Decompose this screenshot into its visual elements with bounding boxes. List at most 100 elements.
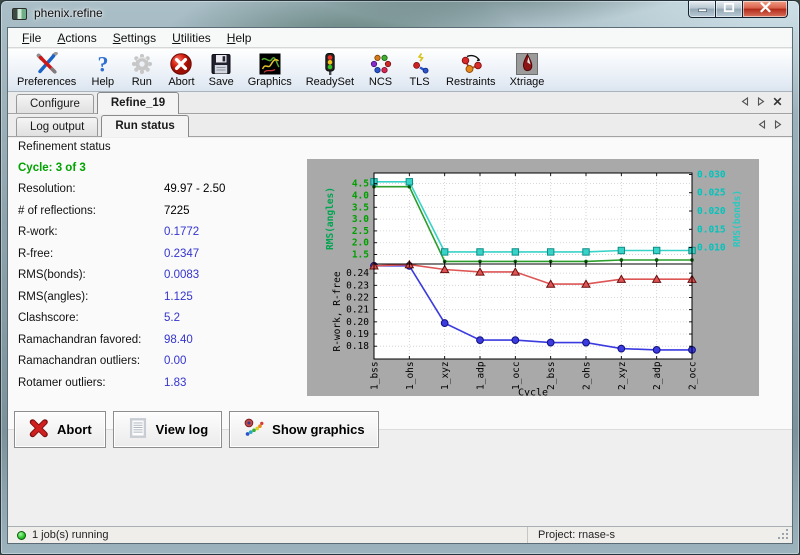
toolbar: Preferences ? Help Run Abort Save Graphi…: [8, 49, 792, 92]
svg-text:2.5: 2.5: [352, 226, 369, 237]
close-button[interactable]: [743, 1, 788, 18]
window-controls: [688, 1, 788, 18]
toolbar-tls-button[interactable]: TLS: [400, 50, 439, 89]
svg-text:0.22: 0.22: [346, 293, 369, 304]
abort-x-icon: [28, 417, 50, 442]
stat-row: Rotamer outliers: 1.83: [18, 372, 304, 394]
readyset-icon: [317, 51, 342, 76]
subtab-scroll-right[interactable]: [774, 120, 782, 132]
tab-configure[interactable]: Configure: [16, 94, 94, 113]
stat-row: R-free: 0.2347: [18, 243, 304, 265]
project-label: Project: rnase-s: [528, 529, 615, 541]
titlebar[interactable]: phenix.refine: [1, 1, 799, 27]
svg-text:0.010: 0.010: [697, 243, 726, 254]
svg-text:2_xyz: 2_xyz: [617, 361, 628, 390]
svg-text:0.24: 0.24: [346, 268, 369, 279]
tab-scroll-right[interactable]: [757, 97, 765, 109]
svg-text:Cycle: Cycle: [518, 388, 548, 397]
toolbar-restraints-button[interactable]: Restraints: [439, 50, 503, 89]
run-icon: [129, 51, 154, 76]
toolbar-preferences-button[interactable]: Preferences: [10, 50, 83, 89]
subtab-log-output[interactable]: Log output: [16, 117, 98, 136]
window: phenix.refine FileActionsSettingsUtiliti…: [0, 0, 800, 555]
ncs-icon: [368, 51, 393, 76]
resize-grip-icon[interactable]: [786, 537, 788, 539]
status-bar: 1 job(s) running Project: rnase-s: [8, 526, 792, 543]
svg-text:RMS(bonds): RMS(bonds): [732, 190, 743, 247]
svg-text:2.0: 2.0: [352, 238, 369, 249]
toolbar-help-button[interactable]: ? Help: [83, 50, 122, 89]
close-icon: [759, 0, 772, 18]
minimize-button[interactable]: [688, 1, 716, 18]
stat-row: # of reflections: 7225: [18, 200, 304, 222]
toolbar-run-button[interactable]: Run: [122, 50, 161, 89]
svg-text:0.23: 0.23: [346, 280, 369, 291]
maximize-icon: [723, 0, 735, 18]
view-log-button[interactable]: View log: [113, 411, 223, 448]
help-icon: ?: [90, 51, 115, 76]
svg-text:0.18: 0.18: [346, 341, 369, 352]
svg-text:0.20: 0.20: [346, 317, 369, 328]
svg-text:RMS(angles): RMS(angles): [325, 187, 336, 250]
stat-row: RMS(angles): 1.125: [18, 286, 304, 308]
svg-text:1_occ: 1_occ: [511, 361, 522, 390]
svg-text:3.5: 3.5: [352, 202, 369, 213]
abort-button[interactable]: Abort: [14, 411, 106, 448]
svg-text:0.19: 0.19: [346, 329, 369, 340]
cycle-label: Cycle: 3 of 3: [18, 157, 304, 179]
menu-settings[interactable]: Settings: [105, 29, 164, 47]
menu-help[interactable]: Help: [219, 29, 260, 47]
svg-text:0.030: 0.030: [697, 170, 726, 181]
svg-text:0.025: 0.025: [697, 188, 726, 199]
status-bar-jobs-cell: 1 job(s) running: [8, 527, 528, 543]
stat-row: Resolution: 49.97 - 2.50: [18, 179, 304, 201]
main-tab-strip: ConfigureRefine_19: [8, 92, 792, 114]
stat-row: RMS(bonds): 0.0083: [18, 265, 304, 287]
save-icon: [209, 51, 234, 76]
run-status-page: Refinement status Cycle: 3 of 3 Resoluti…: [8, 138, 792, 526]
sub-tab-strip: Log outputRun status: [8, 115, 792, 137]
maximize-button[interactable]: [716, 1, 743, 18]
toolbar-xtriage-button[interactable]: Xtriage: [503, 50, 552, 89]
toolbar-abort-button[interactable]: Abort: [161, 50, 201, 89]
menu-utilities[interactable]: Utilities: [164, 29, 219, 47]
tab-scroll-left[interactable]: [741, 97, 749, 109]
log-document-icon: [127, 417, 149, 442]
tab-controls: [741, 92, 792, 113]
svg-text:2_adp: 2_adp: [652, 361, 663, 390]
refinement-stats: Cycle: 3 of 3 Resolution: 49.97 - 2.50 #…: [18, 157, 304, 394]
svg-text:0.020: 0.020: [697, 206, 726, 217]
graphics-icon: [257, 51, 282, 76]
subtab-scroll-left[interactable]: [758, 120, 766, 132]
svg-text:3.0: 3.0: [352, 214, 369, 225]
svg-text:1_ohs: 1_ohs: [405, 361, 416, 390]
tab-refine-19[interactable]: Refine_19: [97, 92, 179, 114]
stat-row: Clashscore: 5.2: [18, 308, 304, 330]
abort-icon: [169, 51, 194, 76]
minimize-icon: [697, 0, 708, 18]
subtab-run-status[interactable]: Run status: [101, 115, 188, 137]
menu-actions[interactable]: Actions: [49, 29, 104, 47]
refinement-status-label: Refinement status: [18, 141, 111, 153]
xtriage-icon: [514, 51, 539, 76]
toolbar-readyset-button[interactable]: ReadySet: [299, 50, 361, 89]
preferences-icon: [34, 51, 59, 76]
menu-bar: FileActionsSettingsUtilitiesHelp: [8, 28, 792, 48]
job-running-led-icon: [17, 531, 26, 540]
svg-text:4.0: 4.0: [352, 191, 369, 202]
refinement-progress-chart: 1.52.02.53.03.54.04.50.0100.0150.0200.02…: [307, 159, 759, 396]
toolbar-ncs-button[interactable]: NCS: [361, 50, 400, 89]
toolbar-save-button[interactable]: Save: [202, 50, 241, 89]
show-graphics-icon: [243, 417, 265, 442]
menu-file[interactable]: File: [14, 29, 49, 47]
window-title: phenix.refine: [34, 6, 103, 20]
stat-row: R-work: 0.1772: [18, 222, 304, 244]
svg-text:?: ?: [97, 52, 108, 76]
svg-text:1.5: 1.5: [352, 250, 369, 261]
svg-text:4.5: 4.5: [352, 179, 369, 190]
svg-text:0.21: 0.21: [346, 305, 369, 316]
show-graphics-button[interactable]: Show graphics: [229, 411, 378, 448]
svg-text:1_bss: 1_bss: [370, 361, 381, 390]
toolbar-graphics-button[interactable]: Graphics: [241, 50, 299, 89]
tab-close[interactable]: [773, 97, 782, 109]
